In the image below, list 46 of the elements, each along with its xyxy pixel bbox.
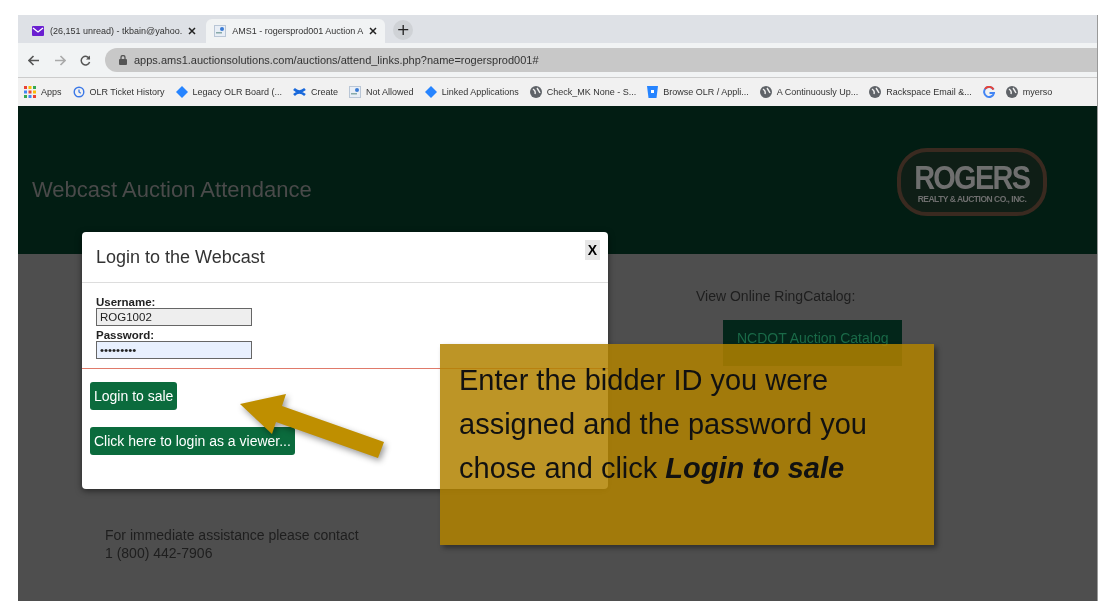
bookmark-link[interactable]: myerso — [1005, 86, 1053, 98]
bookmark-link[interactable] — [982, 86, 995, 98]
mail-icon — [32, 26, 44, 36]
back-arrow-icon[interactable] — [28, 54, 40, 66]
bookmark-link[interactable]: Legacy OLR Board (... — [175, 86, 283, 98]
globe-icon — [529, 86, 542, 98]
diamond-icon — [175, 86, 188, 98]
logo-name: ROGERS — [914, 160, 1030, 194]
clock-icon — [72, 86, 85, 98]
bookmark-link[interactable]: Apps — [24, 86, 62, 98]
close-icon[interactable] — [369, 27, 378, 35]
bookmark-link[interactable]: A Continuously Up... — [759, 86, 859, 98]
apps-grid-icon — [24, 86, 36, 98]
login-button[interactable]: Login to sale — [90, 382, 178, 410]
bookmark-link[interactable]: OLR Ticket History — [72, 86, 165, 98]
bookmark-link[interactable]: Browse OLR / Appli... — [647, 86, 749, 98]
logo-subtitle: REALTY & AUCTION CO., INC. — [917, 194, 1027, 204]
bookmark-link[interactable]: Create — [293, 86, 339, 98]
bookmark-link[interactable]: Linked Applications — [424, 86, 519, 98]
field-label: Password: — [96, 329, 155, 341]
login-button[interactable]: Click here to login as a viewer... — [90, 427, 295, 455]
input-field[interactable]: ROG1002 — [96, 308, 252, 326]
field-label: Username: — [96, 296, 156, 308]
globe-icon — [1005, 86, 1018, 98]
dialog-title: Login to the Webcast — [96, 246, 265, 268]
close-icon[interactable] — [188, 27, 197, 35]
page-title: Webcast Auction Attendance — [32, 177, 312, 203]
cross-arcs-icon — [293, 86, 307, 98]
page-icon — [349, 86, 362, 98]
page-icon — [214, 25, 227, 37]
close-button[interactable]: X — [584, 240, 600, 260]
input-field[interactable]: ••••••••• — [96, 341, 252, 359]
browser-tab[interactable]: AMS1 - rogersprod001 Auction A — [206, 19, 386, 43]
new-tab-button[interactable]: + — [393, 20, 414, 40]
reload-icon[interactable] — [80, 54, 91, 66]
google-g-icon — [982, 86, 995, 98]
address-bar[interactable]: apps.ams1.auctionsolutions.com/auctions/attend_links.php?name=rogersprod001# — [105, 48, 1097, 72]
bookmark-link[interactable]: Rackspace Email &... — [869, 86, 972, 98]
lock-icon — [119, 55, 127, 65]
bucket-icon — [647, 86, 659, 98]
globe-icon — [869, 86, 882, 98]
globe-icon — [759, 86, 772, 98]
diamond-icon — [424, 86, 437, 98]
bookmark-link[interactable]: Not Allowed — [349, 86, 414, 98]
bookmark-link[interactable]: Check_MK None - S... — [529, 86, 637, 98]
callout-text: Enter the bidder ID you were assigned and the password you chose and click Login to sale — [459, 363, 868, 486]
